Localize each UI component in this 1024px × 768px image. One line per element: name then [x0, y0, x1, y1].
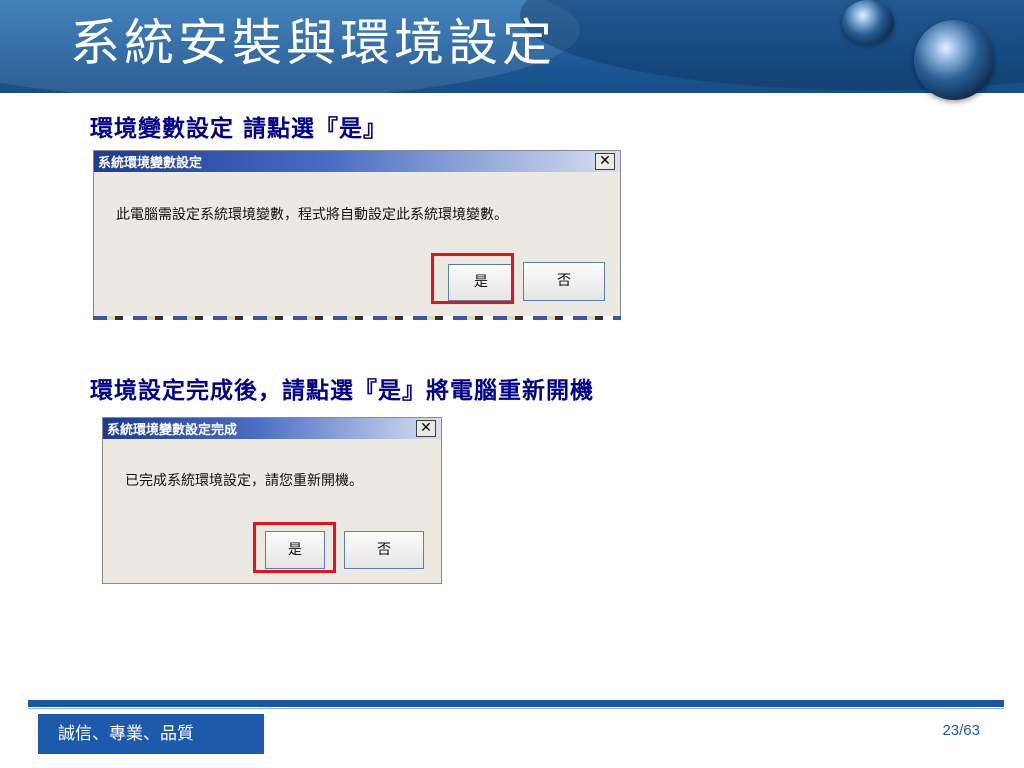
footer-motto: 誠信、專業、品質: [38, 714, 264, 754]
dialog-title: 系統環境變數設定完成: [107, 423, 238, 438]
footer-rule: [28, 700, 1004, 707]
step-heading-env-vars: 環境變數設定 請點選『是』: [90, 115, 388, 142]
globe-orb-icon: [842, 0, 894, 44]
no-button[interactable]: 否: [344, 531, 424, 569]
close-icon[interactable]: ✕: [416, 420, 436, 437]
dialog-title: 系統環境變數設定: [98, 156, 203, 171]
dialog-message: 已完成系統環境設定，請您重新開機。: [125, 473, 363, 489]
dialog-underlay-strip: [93, 316, 621, 320]
env-var-setup-dialog: 系統環境變數設定 ✕ 此電腦需設定系統環境變數，程式將自動設定此系統環境變數。 …: [93, 150, 621, 318]
dialog-message: 此電腦需設定系統環境變數，程式將自動設定此系統環境變數。: [116, 207, 508, 223]
globe-orb-large-icon: [914, 20, 994, 100]
footer-rule-thin: [28, 708, 1004, 709]
yes-highlight-box: [253, 522, 336, 573]
step-heading-reboot: 環境設定完成後，請點選『是』將電腦重新開機: [90, 377, 594, 404]
close-icon[interactable]: ✕: [595, 153, 615, 170]
dialog-titlebar: 系統環境變數設定: [94, 151, 620, 172]
dialog-titlebar: 系統環境變數設定完成: [103, 418, 441, 439]
slide-title: 系統安裝與環境設定: [70, 14, 556, 72]
page-number: 23/63: [942, 722, 980, 739]
yes-highlight-box: [431, 253, 514, 304]
no-button[interactable]: 否: [523, 262, 605, 301]
